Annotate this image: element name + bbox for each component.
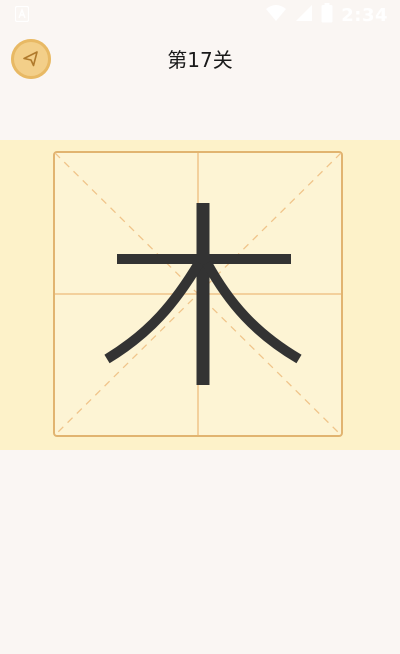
status-time: 2:34 [341, 4, 388, 26]
battery-icon [321, 3, 333, 27]
status-bar: 2:34 [0, 0, 400, 30]
page-title: 第17关 [167, 48, 233, 72]
character-strokes [104, 203, 302, 385]
a-letter-icon [14, 6, 30, 22]
signal-icon [295, 4, 313, 26]
character-grid: 木 [53, 151, 343, 437]
wifi-icon [265, 4, 287, 26]
